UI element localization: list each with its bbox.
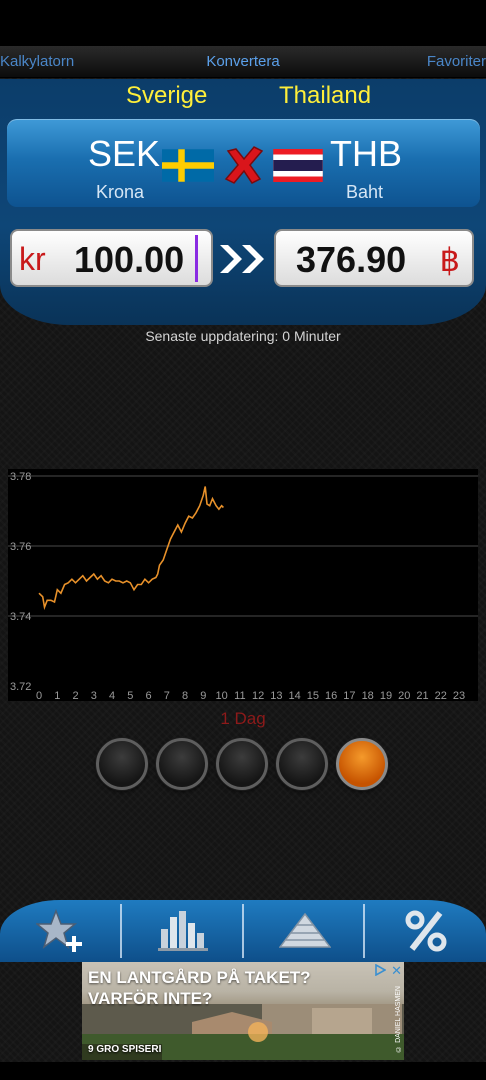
x-tick-label: 19: [380, 690, 392, 702]
x-tick-label: 20: [398, 690, 410, 702]
x-tick-label: 7: [164, 690, 170, 702]
star-add-icon: [35, 908, 82, 952]
from-currency-code[interactable]: SEK: [88, 133, 160, 175]
chart-background: [8, 469, 478, 701]
top-nav: Kalkylatorn Konvertera Favoriter: [0, 46, 486, 78]
x-tick-label: 10: [215, 690, 227, 702]
x-tick-label: 13: [270, 690, 282, 702]
x-tick-label: 1: [54, 690, 60, 702]
rate-chart: 3.783.763.743.720 1 2 3 4 5 6 7 8 9 10 11 12 13 14 15 16…: [8, 469, 478, 702]
tab-percent[interactable]: [365, 900, 486, 962]
range-button-3[interactable]: [216, 738, 268, 790]
tab-add-favorite[interactable]: [0, 900, 121, 962]
swap-icon[interactable]: [222, 145, 266, 185]
range-button-4[interactable]: [276, 738, 328, 790]
to-amount-output[interactable]: 376.90 ฿: [274, 229, 474, 287]
baht-symbol: ฿: [439, 242, 460, 278]
ad-headline-2: VARFÖR INTE?: [88, 989, 213, 1008]
x-tick-label: 21: [416, 690, 428, 702]
last-updated-text: Senaste uppdatering: 0 Minuter: [145, 328, 341, 344]
pyramid-icon: [278, 913, 331, 948]
text-cursor: [195, 235, 198, 282]
thailand-flag-icon[interactable]: [272, 149, 324, 182]
range-button-1[interactable]: [96, 738, 148, 790]
ad-brand: 9 GRO SPISERI: [88, 1044, 162, 1055]
bottom-tab-bar: [0, 900, 486, 962]
from-currency-name: Krona: [96, 182, 145, 202]
convert-arrows-icon: [220, 245, 264, 273]
sweden-flag-icon[interactable]: [162, 149, 214, 182]
chart-range-label: 1 Dag: [220, 709, 266, 728]
bar-chart-icon: [157, 911, 208, 951]
from-country-name[interactable]: Sverige: [126, 82, 207, 110]
x-tick-label: 15: [307, 690, 319, 702]
x-tick-label: 0: [36, 690, 42, 702]
status-bar: [0, 0, 486, 46]
x-tick-label: 8: [182, 690, 188, 702]
y-tick-label: 3.72: [10, 681, 31, 693]
ad-headline-1: EN LANTGÅRD PÅ TAKET?: [88, 968, 311, 987]
to-country-name[interactable]: Thailand: [279, 82, 371, 110]
app-root: Kalkylatorn Konvertera Favoriter Sverige…: [0, 0, 486, 1080]
x-tick-label: 17: [343, 690, 355, 702]
range-button-5[interactable]: [336, 738, 388, 790]
ad-banner[interactable]: EN LANTGÅRD PÅ TAKET? VARFÖR INTE? 9 GRO…: [82, 962, 404, 1060]
ad-choices-icon[interactable]: [374, 964, 386, 976]
x-tick-label: 22: [435, 690, 447, 702]
x-tick-label: 23: [453, 690, 465, 702]
ad-close-icon[interactable]: ✕: [391, 963, 402, 979]
y-tick-label: 3.76: [10, 541, 31, 553]
percent-icon: [405, 910, 446, 952]
x-tick-label: 6: [146, 690, 152, 702]
from-amount-input[interactable]: kr 100.00: [10, 229, 213, 287]
to-currency-code[interactable]: THB: [330, 133, 402, 175]
krona-symbol: kr: [19, 241, 46, 277]
y-tick-label: 3.78: [10, 471, 31, 483]
x-tick-label: 18: [362, 690, 374, 702]
x-tick-label: 4: [109, 690, 115, 702]
x-tick-label: 2: [72, 690, 78, 702]
range-button-2[interactable]: [156, 738, 208, 790]
to-currency-name: Baht: [346, 182, 384, 202]
x-tick-label: 14: [289, 690, 301, 702]
tab-pyramid[interactable]: [244, 900, 365, 962]
x-tick-label: 5: [127, 690, 133, 702]
tab-chart[interactable]: [122, 900, 243, 962]
from-amount-value[interactable]: 100.00: [74, 239, 184, 281]
system-nav-bar: [0, 1062, 486, 1080]
x-tick-label: 9: [200, 690, 206, 702]
x-tick-label: 12: [252, 690, 264, 702]
to-amount-value: 376.90: [296, 239, 407, 280]
nav-favorites-tab[interactable]: Favoriter: [427, 53, 486, 70]
x-tick-label: 11: [234, 690, 245, 702]
ad-photo-credit: © DANIEL HASMEN: [395, 986, 402, 1052]
x-tick-label: 16: [325, 690, 337, 702]
y-tick-label: 3.74: [10, 611, 31, 623]
x-tick-label: 3: [91, 690, 97, 702]
nav-convert-tab[interactable]: Konvertera: [0, 53, 486, 70]
